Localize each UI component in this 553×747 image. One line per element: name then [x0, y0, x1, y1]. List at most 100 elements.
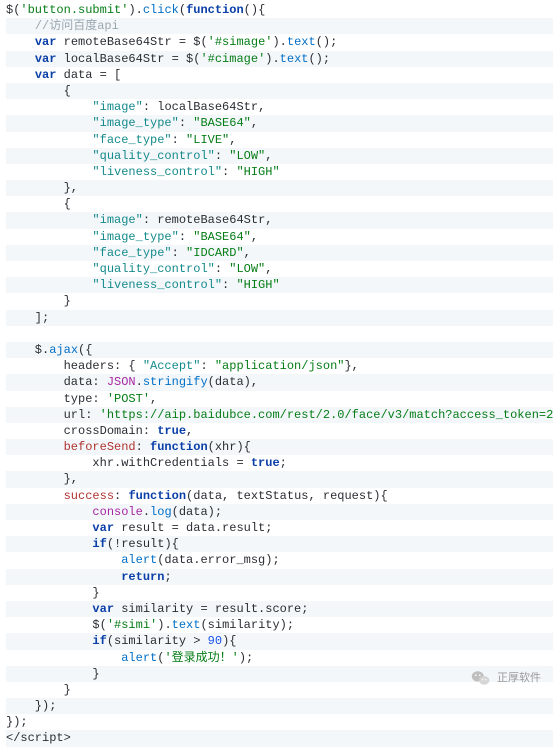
code-token: ,: [265, 262, 272, 276]
code-token: var: [35, 52, 57, 66]
code-token: .: [143, 505, 150, 519]
code-token: click: [143, 3, 179, 17]
code-line: "image_type": "BASE64",: [6, 229, 553, 245]
code-token: ();: [316, 35, 338, 49]
code-token: true: [157, 424, 186, 438]
code-token: : remoteBase64Str,: [143, 213, 273, 227]
code-token: var: [92, 602, 114, 616]
code-token: [6, 246, 92, 260]
code-token: [6, 327, 13, 341]
code-line: "face_type": "IDCARD",: [6, 245, 553, 261]
code-token: "liveness_control": [92, 165, 222, 179]
code-line: {: [6, 83, 553, 99]
code-token: :: [215, 149, 229, 163]
code-token: "image": [92, 100, 142, 114]
wechat-icon: [471, 670, 491, 686]
code-token: (data, textStatus, request){: [186, 489, 388, 503]
code-token: "LOW": [229, 149, 265, 163]
code-line: ];: [6, 310, 553, 326]
code-token: },: [6, 181, 78, 195]
code-token: [6, 602, 92, 616]
code-token: ();: [308, 52, 330, 66]
code-token: :: [222, 165, 236, 179]
watermark-label: 正厚软件: [497, 671, 541, 686]
code-token: ,: [244, 246, 251, 260]
code-token: },: [344, 359, 358, 373]
code-token: remoteBase64Str = $(: [56, 35, 207, 49]
code-token: '登录成功！': [164, 651, 238, 665]
code-line: "quality_control": "LOW",: [6, 148, 553, 164]
code-token: ,: [265, 149, 272, 163]
code-token: [6, 537, 92, 551]
code-token: :: [179, 230, 193, 244]
code-token: (similarity);: [200, 618, 294, 632]
code-token: [6, 213, 92, 227]
code-token: :: [222, 278, 236, 292]
code-token: [6, 165, 92, 179]
code-line: success: function(data, textStatus, requ…: [6, 488, 553, 504]
code-line: console.log(data);: [6, 504, 553, 520]
code-line: $('#simi').text(similarity);: [6, 617, 553, 633]
code-token: ipt>: [42, 731, 71, 745]
code-token: $(: [6, 3, 20, 17]
code-token: [6, 230, 92, 244]
code-token: :: [172, 133, 186, 147]
code-token: .: [136, 375, 143, 389]
code-token: "BASE64": [193, 230, 251, 244]
code-line: "liveness_control": "HIGH": [6, 277, 553, 293]
code-line: "image": remoteBase64Str,: [6, 212, 553, 228]
code-line: var remoteBase64Str = $('#simage').text(…: [6, 34, 553, 50]
code-token: function: [186, 3, 244, 17]
code-line: "quality_control": "LOW",: [6, 261, 553, 277]
code-line: }: [6, 293, 553, 309]
code-token: text: [172, 618, 201, 632]
code-token: [6, 634, 92, 648]
code-token: (data.error_msg);: [157, 553, 279, 567]
code-line: });: [6, 698, 553, 714]
code-token: url:: [6, 408, 100, 422]
code-line: "liveness_control": "HIGH": [6, 164, 553, 180]
code-token: [6, 570, 121, 584]
code-token: ajax: [49, 343, 78, 357]
code-token: JSON: [107, 375, 136, 389]
code-token: headers: {: [6, 359, 143, 373]
code-token: "liveness_control": [92, 278, 222, 292]
code-token: ,: [251, 116, 258, 130]
code-token: '#simage': [208, 35, 273, 49]
code-token: ).: [272, 35, 286, 49]
code-line: "image_type": "BASE64",: [6, 115, 553, 131]
code-token: ).: [265, 52, 279, 66]
code-token: [6, 100, 92, 114]
code-token: //访问百度api: [35, 19, 119, 33]
code-token: :: [215, 262, 229, 276]
code-token: similarity = result.score;: [114, 602, 308, 616]
code-token: $(: [6, 618, 107, 632]
code-token: ,: [229, 133, 236, 147]
code-line: alert('登录成功！');: [6, 650, 553, 666]
code-token: [6, 440, 64, 454]
code-line: var data = [: [6, 67, 553, 83]
code-token: [6, 116, 92, 130]
code-token: text: [280, 52, 309, 66]
code-token: (similarity >: [107, 634, 208, 648]
code-line: [6, 326, 553, 342]
watermark: 正厚软件: [471, 670, 541, 686]
code-token: ).: [157, 618, 171, 632]
code-token: ){: [222, 634, 236, 648]
code-token: function: [150, 440, 208, 454]
code-line: data: JSON.stringify(data),: [6, 374, 553, 390]
code-token: (data);: [172, 505, 222, 519]
code-token: '#simi': [107, 618, 157, 632]
code-line: return;: [6, 569, 553, 585]
code-token: :: [179, 116, 193, 130]
code-token: });: [6, 715, 28, 729]
code-line: "image": localBase64Str,: [6, 99, 553, 115]
code-token: '#cimage': [200, 52, 265, 66]
code-token: :: [200, 359, 214, 373]
code-token: 'button.submit': [20, 3, 128, 17]
code-token: stringify: [143, 375, 208, 389]
code-token: var: [92, 521, 114, 535]
code-line: url: 'https://aip.baidubce.com/rest/2.0/…: [6, 407, 553, 423]
code-block: $('button.submit').click(function(){ //访…: [0, 0, 553, 747]
code-token: {: [6, 197, 71, 211]
